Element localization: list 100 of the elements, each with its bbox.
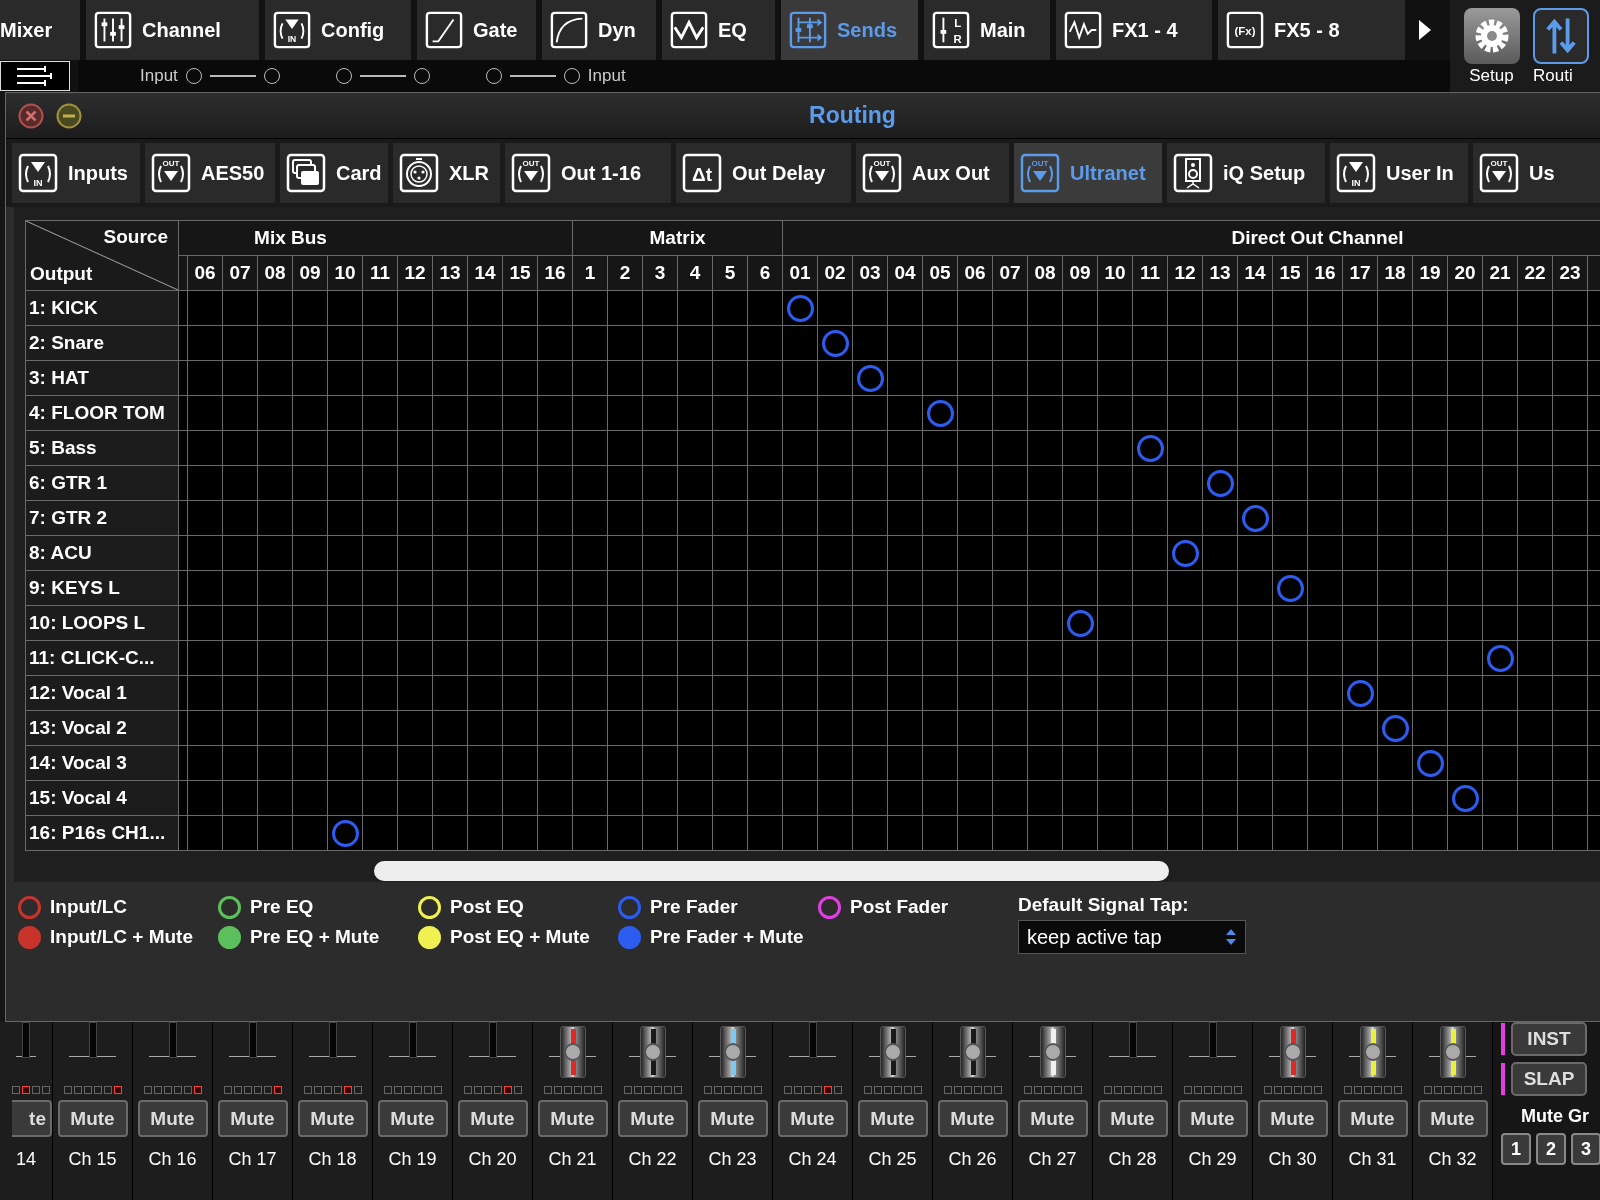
circle-icon xyxy=(331,819,359,847)
top-tab[interactable]: FX1 - 4 xyxy=(1056,0,1212,60)
window-tab[interactable]: iQ Setup xyxy=(1167,143,1325,203)
window-tab[interactable]: Card xyxy=(280,143,388,203)
fader-knob[interactable] xyxy=(1039,1026,1066,1078)
mute-button[interactable]: Mute xyxy=(377,1100,448,1137)
top-tab[interactable]: L R Main xyxy=(924,0,1050,60)
row-label: 8: ACU xyxy=(26,536,178,570)
mute-button[interactable]: Mute xyxy=(137,1100,208,1137)
fader-slot[interactable] xyxy=(408,1022,417,1058)
fader-slot[interactable] xyxy=(328,1022,337,1058)
channel-label: Ch 23 xyxy=(708,1149,757,1170)
mute-button[interactable]: Mute xyxy=(1417,1100,1488,1137)
group-header: Matrix xyxy=(573,221,782,255)
wave-icon xyxy=(670,11,708,49)
mute-group-button[interactable]: 2 xyxy=(1536,1133,1566,1165)
column-header: 18 xyxy=(1378,256,1412,290)
window-tab[interactable]: IN Inputs xyxy=(12,143,140,203)
column-header: 07 xyxy=(223,256,257,290)
fader-knob[interactable] xyxy=(1439,1026,1466,1078)
fader-slot[interactable] xyxy=(248,1022,257,1058)
circle-icon xyxy=(1381,714,1409,742)
group-header: Direct Out Channel xyxy=(783,221,1600,255)
close-button[interactable] xyxy=(18,102,44,129)
fader-slot[interactable] xyxy=(168,1022,177,1058)
legend-label: Post EQ + Mute xyxy=(450,926,590,948)
fader-slot[interactable] xyxy=(488,1022,497,1058)
top-tab[interactable]: Dyn xyxy=(542,0,656,60)
row-label: 7: GTR 2 xyxy=(26,501,178,535)
line-icon xyxy=(359,75,406,77)
arrows-icon xyxy=(789,11,827,49)
mute-button[interactable]: Mute xyxy=(57,1100,128,1137)
horizontal-scrollbar[interactable] xyxy=(374,861,1169,881)
mute-button[interactable]: Mute xyxy=(457,1100,528,1137)
group-header: Mix Bus xyxy=(179,221,572,255)
mute-button[interactable]: Mute xyxy=(1177,1100,1248,1137)
column-header: 15 xyxy=(1273,256,1307,290)
scene-button[interactable]: SLAP xyxy=(1511,1062,1587,1096)
window-tab[interactable]: IN User In xyxy=(1330,143,1468,203)
mute-button[interactable]: Mute xyxy=(777,1100,848,1137)
window-tab[interactable]: OUT Aux Out xyxy=(856,143,1009,203)
fader-slot[interactable] xyxy=(1128,1022,1137,1058)
column-header: 19 xyxy=(1413,256,1447,290)
speaker-icon xyxy=(1173,153,1213,193)
fader-knob[interactable] xyxy=(1359,1026,1386,1078)
fader-slot[interactable] xyxy=(808,1022,817,1058)
top-tab[interactable]: Channel xyxy=(86,0,259,60)
mute-button[interactable]: Mute xyxy=(1097,1100,1168,1137)
mute-button[interactable]: Mute xyxy=(217,1100,288,1137)
column-header: 08 xyxy=(258,256,292,290)
mute-button[interactable]: Mute xyxy=(1337,1100,1408,1137)
window-tab[interactable]: OUT Out 1-16 xyxy=(505,143,671,203)
column-header: 4 xyxy=(678,256,712,290)
circle-icon xyxy=(856,364,884,392)
mute-button[interactable]: Mute xyxy=(857,1100,928,1137)
mute-button[interactable]: Mute xyxy=(697,1100,768,1137)
mute-button[interactable]: Mute xyxy=(1017,1100,1088,1137)
top-tab[interactable]: EQ xyxy=(662,0,775,60)
fader-knob[interactable] xyxy=(1279,1026,1306,1078)
minimize-button[interactable] xyxy=(56,102,82,129)
circle-icon xyxy=(926,399,954,427)
fader-knob[interactable] xyxy=(959,1026,986,1078)
top-tab[interactable]: Sends xyxy=(781,0,918,60)
row-label: 2: Snare xyxy=(26,326,178,360)
window-tab[interactable]: OUT Us xyxy=(1473,143,1600,203)
legend-label: Post Fader xyxy=(850,896,949,918)
circle-icon xyxy=(1416,749,1444,777)
column-header: 22 xyxy=(1518,256,1552,290)
fader-knob[interactable] xyxy=(719,1026,746,1078)
fader-knob[interactable] xyxy=(639,1026,666,1078)
circle-icon xyxy=(1066,609,1094,637)
top-tab[interactable]: Mixer xyxy=(0,0,80,60)
mute-group-button[interactable]: 3 xyxy=(1571,1133,1600,1165)
fader-slot[interactable] xyxy=(22,1022,30,1058)
signal-tap-dropdown[interactable]: keep active tap xyxy=(1018,920,1246,954)
window-tab[interactable]: Δt Out Delay xyxy=(676,143,851,203)
mute-button[interactable]: Mute xyxy=(617,1100,688,1137)
top-tab[interactable]: Gate xyxy=(417,0,536,60)
mute-group-button[interactable]: 1 xyxy=(1501,1133,1531,1165)
mute-button[interactable]: Mute xyxy=(297,1100,368,1137)
top-tab[interactable]: (Fx) FX5 - 8 xyxy=(1218,0,1405,60)
column-header: 08 xyxy=(1028,256,1062,290)
column-header: 05 xyxy=(923,256,957,290)
mute-button[interactable]: Mute xyxy=(937,1100,1008,1137)
top-tab[interactable]: IN Config xyxy=(265,0,411,60)
column-header: 13 xyxy=(1203,256,1237,290)
column-header: 04 xyxy=(888,256,922,290)
window-tab[interactable]: OUT Ultranet xyxy=(1014,143,1162,203)
mute-button[interactable]: Mute xyxy=(537,1100,608,1137)
fader-slot[interactable] xyxy=(88,1022,97,1058)
mute-button[interactable]: Mute xyxy=(1257,1100,1328,1137)
mute-button[interactable]: te xyxy=(12,1100,52,1137)
window-tab[interactable]: OUT AES50 xyxy=(145,143,275,203)
circle-icon xyxy=(1346,679,1374,707)
window-tab[interactable]: XLR xyxy=(393,143,500,203)
fader-slot[interactable] xyxy=(1208,1022,1217,1058)
scene-button[interactable]: INST xyxy=(1511,1022,1587,1056)
source-label: Source xyxy=(103,226,168,248)
fader-knob[interactable] xyxy=(879,1026,906,1078)
fader-knob[interactable] xyxy=(559,1026,586,1078)
